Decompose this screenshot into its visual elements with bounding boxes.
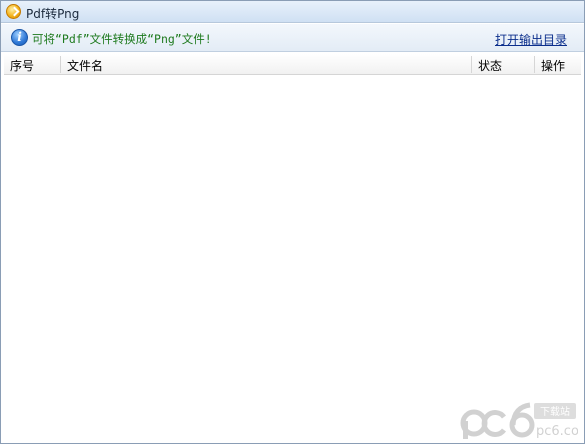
watermark-cn-text: 下载站 [540, 405, 570, 418]
pc6-watermark-logo: 下载站 pc6.com [460, 402, 578, 439]
column-header-action[interactable]: 操作 [535, 54, 581, 74]
file-list-body[interactable] [4, 76, 581, 440]
open-output-dir-link[interactable]: 打开输出目录 [495, 31, 567, 48]
app-logo-icon [6, 4, 21, 19]
column-header-index[interactable]: 序号 [4, 54, 59, 74]
app-window: Pdf转Png i 可将“Pdf”文件转换成“Png”文件! 打开输出目录 序号… [0, 0, 585, 444]
column-header-status[interactable]: 状态 [472, 54, 534, 74]
watermark-text: pc6.com [536, 424, 578, 439]
column-header-filename[interactable]: 文件名 [61, 54, 471, 74]
file-list-header: 序号 文件名 状态 操作 [4, 54, 581, 75]
info-bar: i 可将“Pdf”文件转换成“Png”文件! 打开输出目录 [1, 24, 584, 52]
info-message: 可将“Pdf”文件转换成“Png”文件! [32, 32, 212, 46]
info-icon: i [11, 29, 28, 46]
window-title: Pdf转Png [26, 7, 80, 21]
title-bar[interactable]: Pdf转Png [1, 1, 584, 23]
